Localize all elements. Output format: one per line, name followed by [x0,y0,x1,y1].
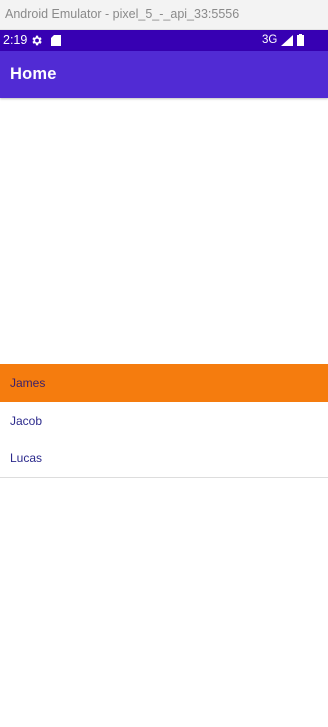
signal-icon [281,35,293,46]
names-list: James Jacob Lucas [0,364,328,478]
list-item-jacob[interactable]: Jacob [0,402,328,440]
status-time: 2:19 [3,33,28,47]
emulator-title-bar: Android Emulator - pixel_5_-_api_33:5556 [0,0,328,30]
list-divider [0,476,328,478]
status-bar: 2:19 3G [0,30,328,51]
window-title: Android Emulator - pixel_5_-_api_33:5556 [5,7,240,21]
list-item-james[interactable]: James [0,364,328,402]
list-item-label: Jacob [10,413,43,428]
list-item-label: James [10,376,46,390]
sd-card-icon [51,35,61,46]
list-item-label: Lucas [10,451,43,465]
network-type: 3G [262,34,278,46]
battery-icon [297,34,304,46]
app-bar: Home [0,51,328,98]
settings-gear-icon [32,35,42,46]
list-item-lucas[interactable]: Lucas [0,439,328,477]
page-title: Home [10,65,57,83]
